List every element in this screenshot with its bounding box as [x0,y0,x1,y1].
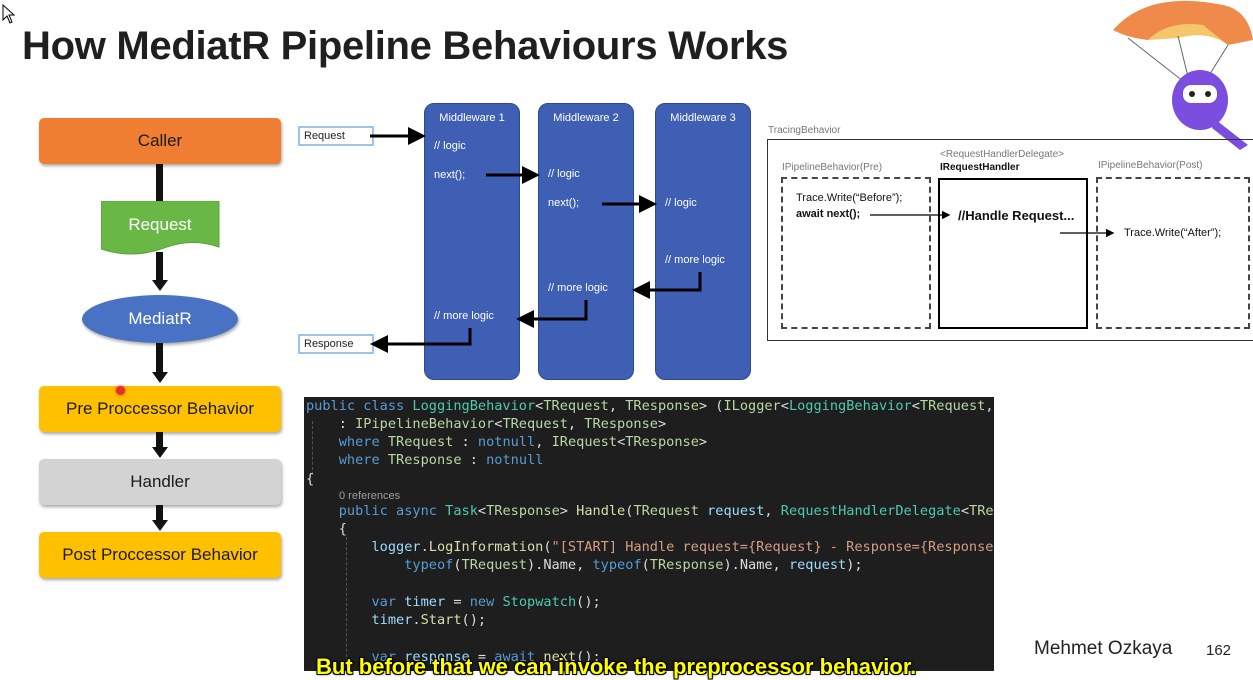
flow-connector [156,505,163,521]
laser-pointer-dot [116,386,125,395]
author-name: Mehmet Ozkaya [1034,638,1173,659]
post-behavior-label: IPipelineBehavior(Post) [1098,160,1203,171]
slide-title: How MediatR Pipeline Behaviours Works [22,24,789,68]
tracing-arrows [870,210,1115,238]
delegate-label: <RequestHandlerDelegate> [940,149,1064,160]
code-editor-panel: public class LoggingBehavior<TRequest, T… [304,397,994,671]
arrow-down-icon [152,447,168,458]
code-line: where TResponse : notnull [338,452,544,468]
mediatr-label: MediatR [128,309,192,328]
code-line: { [306,521,347,537]
code-line: var timer = new Stopwatch(); [371,594,601,610]
flow-connector [156,164,163,202]
parachute-mascot-icon [1113,0,1253,150]
code-line: typeof(TRequest).Name, typeof(TResponse)… [404,557,863,573]
arrow-down-icon [152,280,168,291]
pre-processor-label: Pre Proccessor Behavior [65,399,255,418]
request-handler-label: IRequestHandler [940,162,1020,173]
post-processor-box: Post Proccessor Behavior [39,532,281,578]
handler-box: Handler [39,459,281,505]
post-processor-label: Post Proccessor Behavior [62,545,258,564]
code-line: public async Task<TResponse> Handle(TReq… [338,503,994,519]
flow-connector [156,432,163,448]
mediatr-ellipse: MediatR [82,295,238,343]
arrow-down-icon [152,372,168,383]
post-behavior-box [1096,177,1250,329]
code-line: { [306,471,315,487]
code-references-hint: 0 references [339,490,401,502]
middleware-arrows [370,127,702,353]
code-line: timer.Start(); [371,612,487,628]
code-line: : IPipelineBehavior<TRequest, TResponse> [306,416,667,432]
request-label: Request [128,215,192,234]
video-subtitle: But before that we can invoke the prepro… [316,654,917,679]
trace-before-text: Trace.Write(“Before”); [796,192,903,204]
await-next-text: await next(); [796,208,861,220]
caller-box: Caller [39,118,281,164]
tracing-behavior-label: TracingBehavior [768,125,841,136]
flow-connector [156,252,163,282]
trace-after-text: Trace.Write(“After”); [1124,227,1222,239]
request-handler-box [938,178,1088,329]
pre-processor-box: Pre Proccessor Behavior [39,386,281,432]
mouse-cursor-icon [2,4,16,24]
flow-connector [156,343,163,373]
code-line: public class LoggingBehavior<TRequest, T… [306,398,994,414]
code-line: logger.LogInformation("[START] Handle re… [371,539,994,555]
arrow-down-icon [152,520,168,531]
pre-behavior-label: IPipelineBehavior(Pre) [782,162,883,173]
code-line: where TRequest : notnull, IRequest<TResp… [338,434,708,450]
handler-label: Handler [130,472,190,491]
caller-label: Caller [137,131,183,150]
page-number: 162 [1206,642,1232,659]
